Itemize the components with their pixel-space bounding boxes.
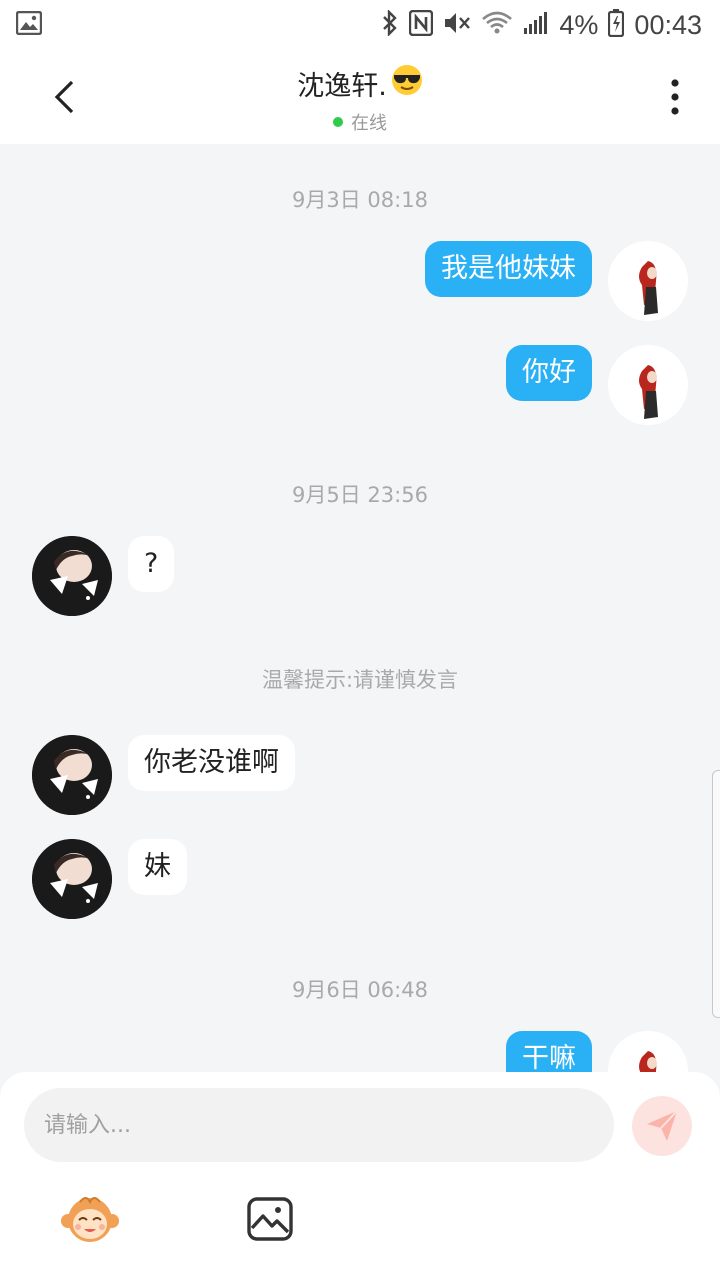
my-avatar[interactable] (608, 1031, 688, 1072)
sunglasses-emoji-icon (391, 64, 423, 103)
send-icon (647, 1110, 678, 1141)
gallery-notification-icon (15, 10, 43, 39)
image-button[interactable] (246, 1196, 294, 1242)
chevron-left-icon (54, 80, 74, 114)
online-dot (333, 117, 343, 127)
contact-avatar[interactable] (32, 536, 112, 616)
scrollbar[interactable] (712, 770, 720, 1018)
signal-icon (523, 10, 549, 40)
warning-tip: 温馨提示:请谨慎发言 (261, 668, 459, 692)
more-vertical-icon (671, 79, 679, 115)
battery-percent: 4% (559, 9, 599, 40)
send-button[interactable] (632, 1096, 692, 1156)
contact-info[interactable]: 沈逸轩. 在线 (160, 64, 560, 135)
message-bubble-incoming[interactable]: 你老没谁啊 (128, 735, 295, 791)
sticker-button[interactable] (60, 1194, 120, 1244)
contact-avatar[interactable] (32, 839, 112, 919)
status-bar: 4% 00:43 (0, 0, 720, 50)
chat-header: 沈逸轩. 在线 (0, 50, 720, 144)
wifi-icon (481, 10, 513, 40)
input-panel (0, 1072, 720, 1280)
my-avatar[interactable] (608, 345, 688, 425)
message-bubble-outgoing[interactable]: 干嘛 (506, 1031, 592, 1072)
chat-area[interactable]: 9月3日 08:18 我是他妹妹 你好 9月5日 23:56 ? 温馨提示:请谨… (0, 144, 720, 1072)
monkey-emoji-icon (61, 1197, 119, 1242)
message-bubble-incoming[interactable]: ? (128, 536, 175, 592)
my-avatar[interactable] (608, 241, 688, 321)
online-status: 在线 (351, 113, 387, 134)
clock: 00:43 (634, 9, 702, 40)
contact-name: 沈逸轩. (297, 71, 387, 102)
mute-icon (443, 10, 471, 40)
battery-icon (608, 9, 625, 41)
image-icon (247, 1197, 293, 1241)
nfc-icon (409, 9, 434, 40)
more-options-button[interactable] (660, 74, 690, 120)
contact-avatar[interactable] (32, 735, 112, 815)
timestamp: 9月6日 06:48 (292, 978, 428, 1002)
message-bubble-outgoing[interactable]: 我是他妹妹 (425, 241, 592, 297)
message-bubble-outgoing[interactable]: 你好 (506, 345, 592, 401)
message-bubble-incoming[interactable]: 妹 (128, 839, 187, 895)
timestamp: 9月5日 23:56 (292, 483, 428, 507)
back-button[interactable] (44, 74, 84, 120)
bluetooth-icon (381, 9, 399, 40)
timestamp: 9月3日 08:18 (292, 188, 428, 212)
message-input[interactable] (24, 1088, 614, 1162)
